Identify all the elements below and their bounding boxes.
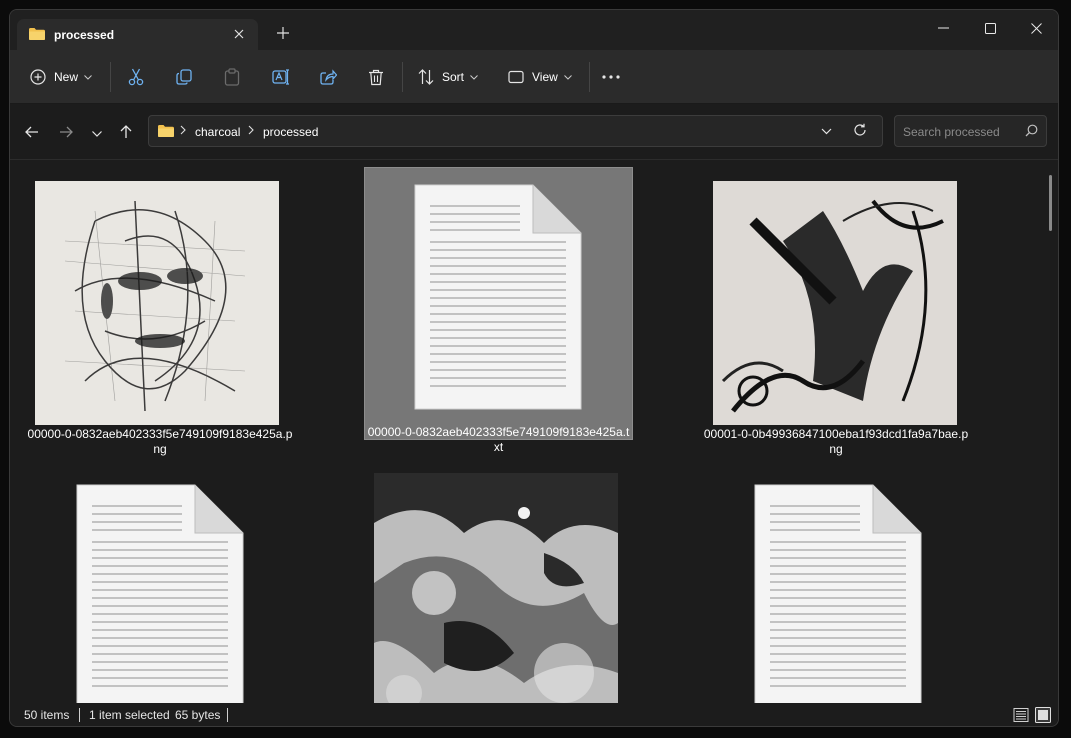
- new-button[interactable]: New: [30, 63, 92, 91]
- breadcrumb-charcoal[interactable]: charcoal: [195, 125, 240, 139]
- up-button[interactable]: [113, 120, 139, 146]
- chevron-down-icon: [84, 74, 92, 80]
- delete-button[interactable]: [368, 63, 384, 91]
- forward-button[interactable]: [53, 120, 79, 146]
- share-icon: [320, 69, 337, 85]
- title-bar: processed: [10, 10, 1058, 50]
- more-icon: [602, 75, 620, 79]
- file-item[interactable]: [702, 461, 970, 703]
- large-icons-view-icon[interactable]: [1035, 707, 1051, 723]
- rename-icon: [272, 69, 290, 85]
- image-thumbnail: [374, 473, 618, 703]
- scissors-icon: [128, 68, 144, 86]
- search-icon: [1025, 124, 1038, 140]
- status-divider: [79, 708, 80, 722]
- item-count: 50 items: [24, 708, 70, 722]
- address-bar[interactable]: charcoal processed: [148, 115, 883, 147]
- chevron-down-icon: [92, 126, 102, 140]
- file-item[interactable]: 00000-0-0832aeb402333f5e749109f9183e425a…: [26, 167, 294, 461]
- address-dropdown-icon[interactable]: [821, 124, 832, 141]
- sort-button[interactable]: Sort: [418, 63, 478, 91]
- minimize-icon[interactable]: [920, 14, 966, 42]
- plus-circle-icon: [30, 69, 46, 85]
- breadcrumb-processed[interactable]: processed: [263, 125, 318, 139]
- more-options-button[interactable]: [602, 63, 620, 91]
- status-bar: 50 items 1 item selected 65 bytes: [10, 704, 1058, 726]
- selection-count: 1 item selected: [89, 708, 170, 722]
- share-button[interactable]: [320, 63, 337, 91]
- arrow-left-icon: [25, 126, 39, 141]
- recent-locations-button[interactable]: [84, 120, 110, 146]
- search-placeholder: Search processed: [903, 125, 1000, 139]
- selection-size: 65 bytes: [175, 708, 221, 722]
- details-view-icon[interactable]: [1013, 707, 1029, 723]
- chevron-down-icon: [563, 74, 572, 80]
- rename-button[interactable]: [272, 63, 290, 91]
- folder-icon: [28, 27, 46, 44]
- text-document-icon: [754, 484, 922, 703]
- refresh-icon[interactable]: [853, 123, 867, 140]
- search-box[interactable]: Search processed: [894, 115, 1047, 147]
- copy-button[interactable]: [176, 63, 192, 91]
- command-bar: New Sort View: [10, 50, 1058, 104]
- maximize-icon[interactable]: [967, 14, 1013, 42]
- file-item[interactable]: 00001-0-0b49936847100eba1f93dcd1fa9a7bae…: [702, 167, 970, 461]
- sort-icon: [418, 69, 434, 85]
- close-window-icon[interactable]: [1013, 14, 1058, 42]
- folder-icon: [157, 124, 175, 141]
- file-item-selected[interactable]: 00000-0-0832aeb402333f5e749109f9183e425a…: [364, 167, 633, 454]
- sort-label: Sort: [442, 70, 465, 84]
- status-divider: [227, 708, 228, 722]
- file-name: 00000-0-0832aeb402333f5e749109f9183e425a…: [27, 427, 293, 456]
- file-item[interactable]: [26, 461, 294, 703]
- back-button[interactable]: [19, 120, 45, 146]
- file-item[interactable]: [364, 461, 632, 703]
- toolbar-divider: [402, 62, 403, 92]
- tab-title: processed: [54, 28, 115, 42]
- view-icon: [508, 70, 524, 84]
- vertical-scrollbar[interactable]: [1049, 175, 1052, 231]
- cut-button[interactable]: [128, 63, 144, 91]
- file-grid: 00000-0-0832aeb402333f5e749109f9183e425a…: [10, 161, 1048, 703]
- clipboard-icon: [224, 68, 240, 86]
- file-name: 00001-0-0b49936847100eba1f93dcd1fa9a7bae…: [703, 427, 969, 456]
- toolbar-divider: [110, 62, 111, 92]
- navigation-bar: charcoal processed Search processed: [10, 104, 1058, 160]
- arrow-up-icon: [120, 124, 132, 142]
- chevron-right-icon: [180, 124, 186, 138]
- toolbar-divider: [589, 62, 590, 92]
- new-label: New: [54, 70, 79, 84]
- copy-icon: [176, 69, 192, 85]
- chevron-down-icon: [470, 74, 478, 80]
- paste-button[interactable]: [224, 63, 240, 91]
- chevron-right-icon: [248, 124, 254, 138]
- view-button[interactable]: View: [508, 63, 572, 91]
- close-tab-icon[interactable]: [228, 23, 250, 45]
- view-label: View: [532, 70, 558, 84]
- file-name: 00000-0-0832aeb402333f5e749109f9183e425a…: [367, 425, 630, 454]
- text-document-icon: [414, 184, 582, 410]
- tab-processed[interactable]: processed: [17, 19, 258, 50]
- trash-icon: [368, 69, 384, 86]
- new-tab-icon[interactable]: [273, 23, 293, 43]
- image-thumbnail: [35, 181, 279, 425]
- image-thumbnail: [713, 181, 957, 425]
- text-document-icon: [76, 484, 244, 703]
- arrow-right-icon: [59, 126, 73, 141]
- file-explorer-window: processed New Sort View charcoal process…: [9, 9, 1059, 727]
